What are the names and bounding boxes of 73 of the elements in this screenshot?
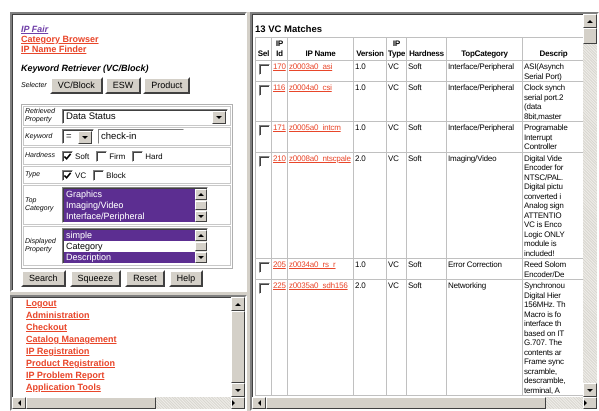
table-cell: VC bbox=[386, 60, 406, 82]
operator-dropdown[interactable]: = bbox=[62, 129, 94, 144]
column-header: Sel bbox=[256, 38, 272, 60]
table-cell: VC bbox=[386, 82, 406, 122]
menu-link[interactable]: Logout bbox=[26, 298, 56, 308]
table-cell: VC bbox=[386, 258, 406, 280]
listbox[interactable]: simple Category Description bbox=[62, 228, 208, 264]
table-cell: 1.0 bbox=[354, 82, 386, 122]
menu-link[interactable]: Application Tools bbox=[26, 382, 101, 392]
nav-link[interactable]: Category Browser bbox=[21, 34, 99, 44]
list-option[interactable]: Graphics bbox=[64, 189, 195, 200]
table-cell: Imaging/Video bbox=[446, 152, 522, 258]
action-button[interactable]: Help bbox=[168, 270, 204, 287]
action-button[interactable]: Search bbox=[21, 270, 66, 287]
checkbox-label: Hard bbox=[145, 152, 163, 160]
list-option[interactable]: Imaging/Video bbox=[64, 200, 195, 211]
list-option[interactable]: Category bbox=[64, 241, 195, 252]
table-cell: VC bbox=[386, 152, 406, 258]
selecter-button[interactable]: Product bbox=[143, 77, 190, 94]
checkbox-label: Block bbox=[106, 170, 126, 180]
column-header: Hardness bbox=[406, 38, 446, 60]
table-cell: Interface/Peripheral bbox=[446, 60, 522, 82]
menu-link[interactable]: Catalog Management bbox=[26, 334, 117, 344]
name-link[interactable]: z0008a0_ntscpale bbox=[289, 154, 351, 162]
table-cell: 2.0 bbox=[354, 280, 386, 396]
column-header: Version bbox=[354, 38, 386, 60]
list-option[interactable]: Description bbox=[64, 252, 195, 263]
id-link[interactable]: 225 bbox=[273, 281, 286, 290]
id-link[interactable]: 116 bbox=[273, 83, 286, 92]
table-cell: Soft bbox=[406, 280, 446, 396]
table-cell: Networking bbox=[446, 280, 522, 396]
menu-link[interactable]: IP Registration bbox=[26, 346, 90, 356]
action-button[interactable]: Reset bbox=[125, 270, 165, 287]
table-cell: Soft bbox=[406, 258, 446, 280]
table-cell: Soft bbox=[406, 122, 446, 152]
menu-link[interactable]: IP Problem Report bbox=[26, 370, 104, 380]
table-cell: 1.0 bbox=[354, 60, 386, 82]
menu-link[interactable]: Administration bbox=[26, 310, 90, 320]
selecter-button[interactable]: VC/Block bbox=[50, 77, 103, 94]
selecter-button[interactable]: ESW bbox=[104, 77, 142, 94]
checkbox-label: VC bbox=[75, 170, 86, 180]
table-cell: Interface/Peripheral bbox=[446, 122, 522, 152]
column-header: IP Type bbox=[386, 38, 406, 60]
nav-link[interactable]: IP Name Finder bbox=[21, 44, 86, 54]
results-title: 13 VC Matches bbox=[255, 24, 322, 35]
checkbox-label: Soft bbox=[75, 152, 90, 160]
column-header: TopCategory bbox=[446, 38, 522, 60]
table-cell: Soft bbox=[406, 82, 446, 122]
checkbox-label: Firm bbox=[109, 152, 126, 160]
table-cell: Error Correction bbox=[446, 258, 522, 280]
table-cell: VC bbox=[386, 122, 406, 152]
nav-link[interactable]: IP Fair bbox=[21, 24, 48, 34]
action-button[interactable]: Squeeze bbox=[70, 270, 122, 287]
table-cell: Interface/Peripheral bbox=[446, 82, 522, 122]
list-option[interactable]: Interface/Peripheral bbox=[64, 211, 195, 222]
table-cell: 1.0 bbox=[354, 122, 386, 152]
property-dropdown[interactable]: Data Status bbox=[62, 108, 228, 124]
table-cell: 1.0 bbox=[354, 258, 386, 280]
name-link[interactable]: z0035a0_sdh156 bbox=[289, 281, 348, 290]
column-header: IP Name bbox=[288, 38, 354, 60]
keyword-field[interactable]: check-in bbox=[98, 129, 184, 144]
column-header: IP Id bbox=[272, 38, 288, 60]
table-cell: Soft bbox=[406, 152, 446, 258]
listbox[interactable]: Graphics Imaging/Video Interface/Peripheral bbox=[62, 187, 208, 223]
table-cell: VC bbox=[386, 280, 406, 396]
id-link[interactable]: 210 bbox=[273, 154, 286, 162]
name-link[interactable]: z0004a0_csi bbox=[289, 83, 332, 92]
menu-link[interactable]: Checkout bbox=[26, 322, 68, 332]
retriever-title: Keyword Retriever (VC/Block) bbox=[21, 63, 149, 73]
table-cell: 2.0 bbox=[354, 152, 386, 258]
table-cell: Soft bbox=[406, 60, 446, 82]
list-option[interactable]: simple bbox=[64, 230, 195, 241]
menu-link[interactable]: Product Registration bbox=[26, 358, 116, 368]
